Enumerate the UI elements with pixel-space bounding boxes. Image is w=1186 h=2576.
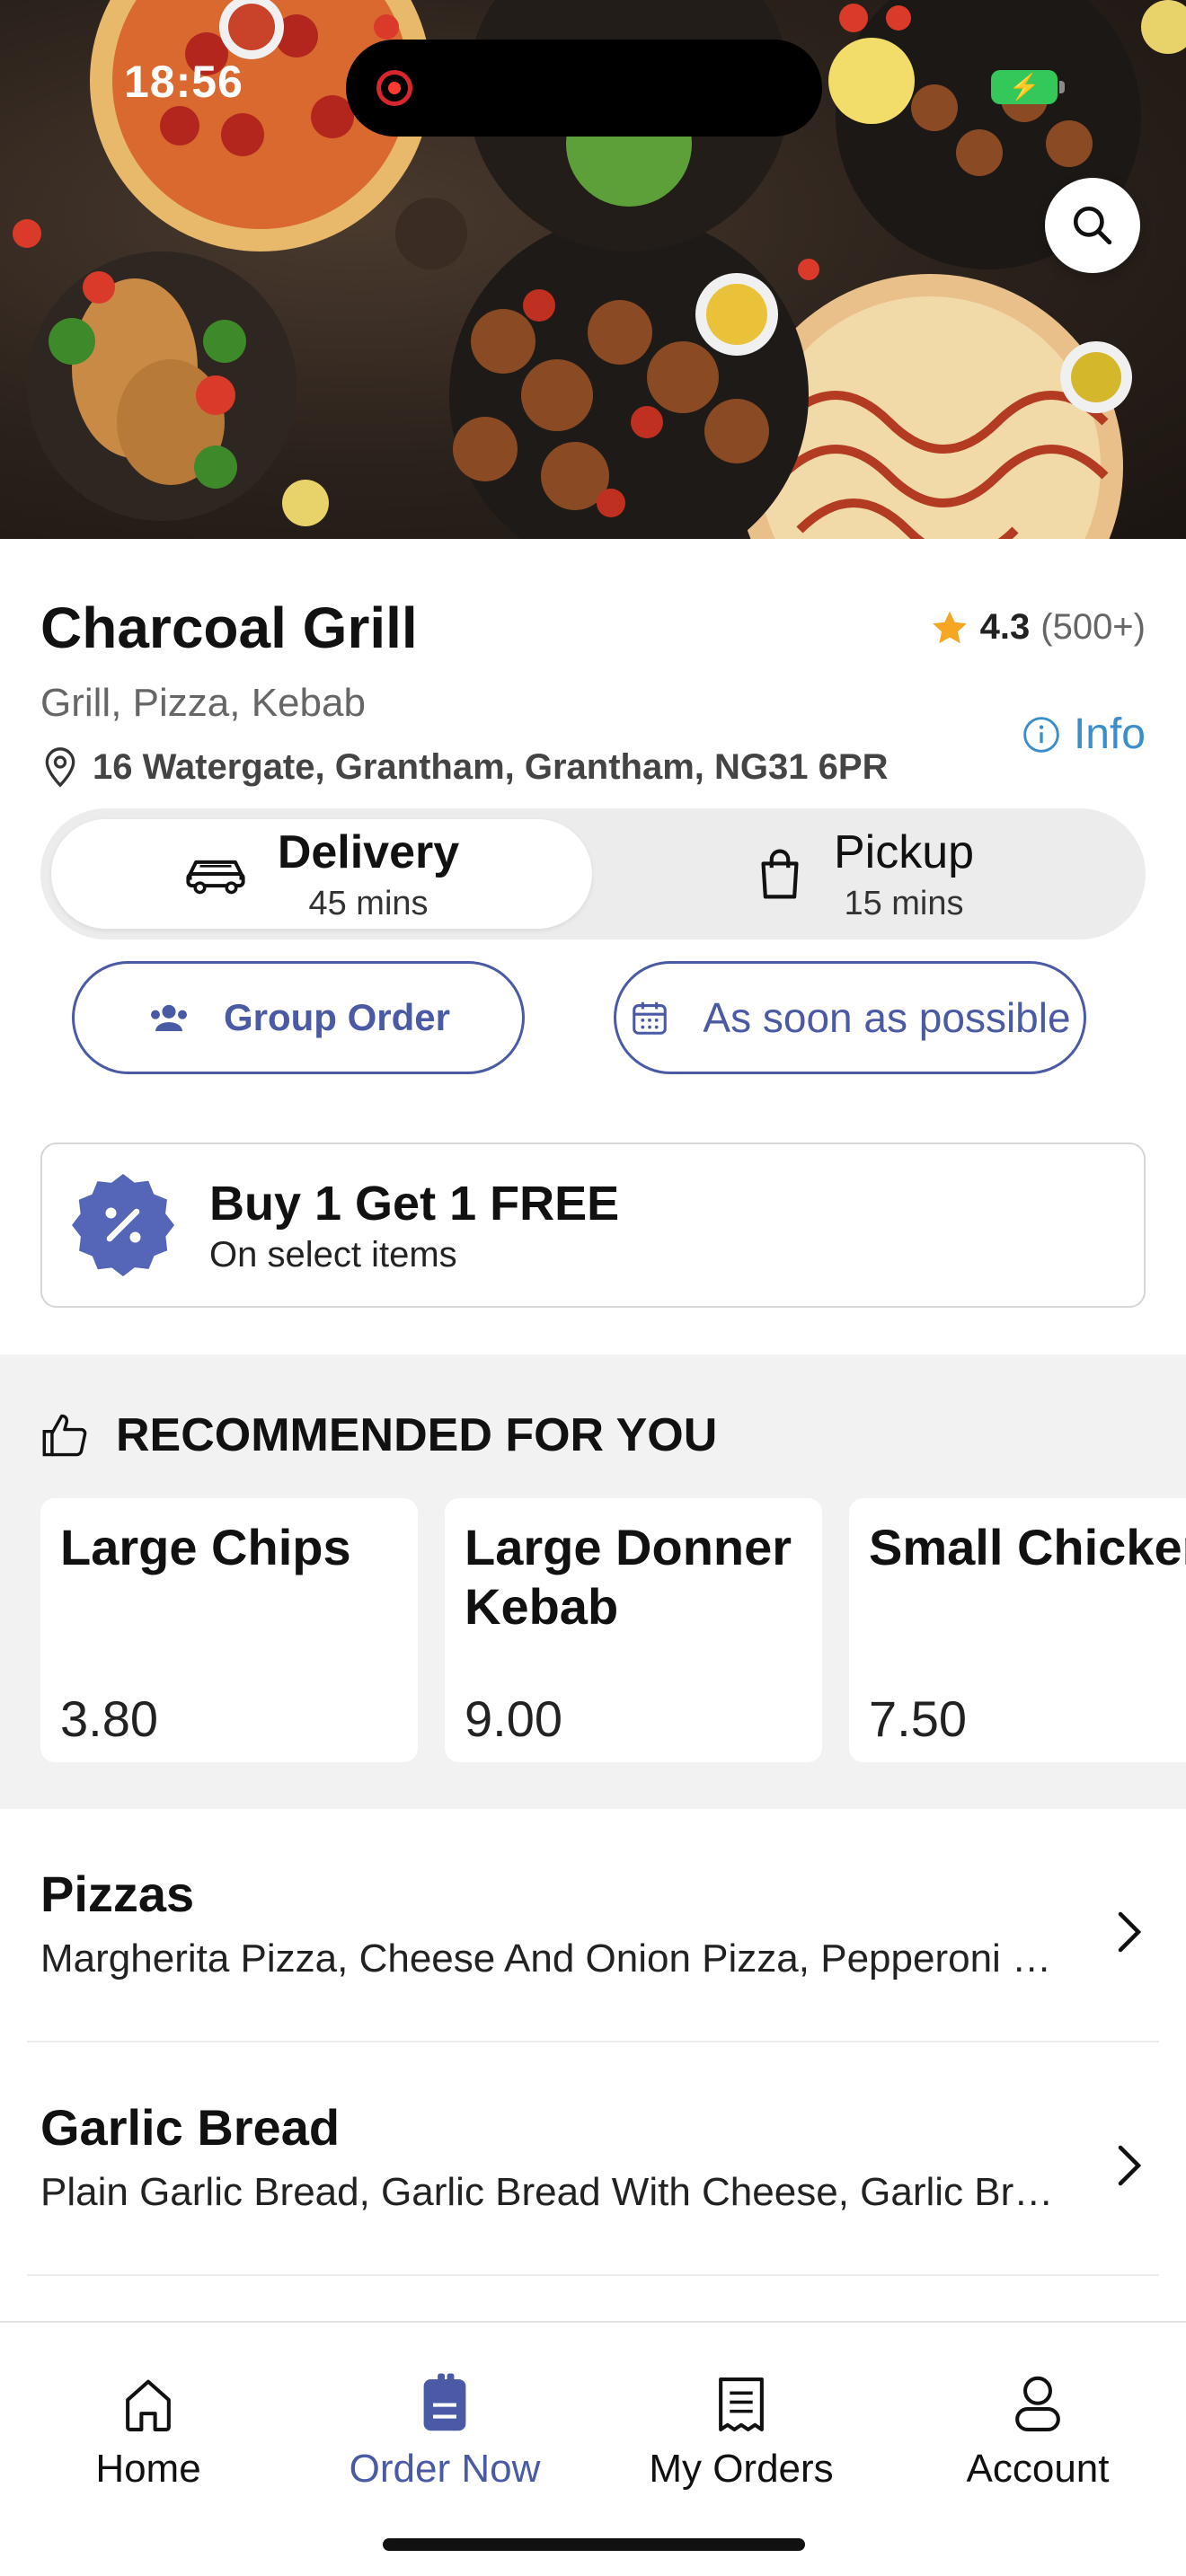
category-row[interactable]: Garlic Bread Plain Garlic Bread, Garlic … (0, 2098, 1186, 2332)
delivery-option[interactable]: Delivery 45 mins (51, 819, 592, 929)
recommended-item-name: Large Chips (60, 1519, 351, 1575)
promo-subtitle: On select items (209, 1234, 457, 1275)
chevron-right-icon (1118, 2145, 1142, 2186)
delivery-time: 45 mins (308, 884, 429, 922)
recommended-section: RECOMMENDED FOR YOU Large Chips 3.80 Lar… (0, 1354, 1186, 1809)
recommended-card[interactable]: Large Donner Kebab 9.00 (445, 1498, 822, 1762)
info-link[interactable]: Info (1022, 710, 1146, 759)
status-time: 18:56 (124, 57, 243, 107)
nav-my-orders[interactable]: My Orders (593, 2362, 890, 2492)
search-button[interactable] (1045, 178, 1140, 273)
category-title: Garlic Bread (40, 2099, 341, 2156)
star-icon (932, 611, 967, 643)
home-indicator (383, 2538, 805, 2551)
recommended-item-price: 3.80 (60, 1690, 158, 1747)
pickup-option[interactable]: Pickup 15 mins (596, 819, 1135, 929)
hero-banner: 18:56 ⚡ (0, 0, 1186, 539)
recommended-heading: RECOMMENDED FOR YOU (40, 1408, 717, 1462)
group-order-button[interactable]: Group Order (72, 961, 525, 1074)
nav-order-now-label: Order Now (349, 2447, 541, 2491)
group-order-label: Group Order (223, 996, 451, 1038)
schedule-button[interactable]: As soon as possible (614, 961, 1086, 1074)
group-users-icon (150, 1004, 187, 1031)
schedule-label: As soon as possible (703, 994, 1071, 1041)
recommended-heading-text: RECOMMENDED FOR YOU (116, 1409, 718, 1461)
nav-account-label: Account (966, 2447, 1110, 2491)
cuisine-list: Grill, Pizza, Kebab (40, 681, 366, 725)
home-icon (126, 2379, 171, 2431)
battery-charging-icon: ⚡ (991, 70, 1065, 104)
discount-badge-icon (72, 1174, 174, 1276)
category-items: Margherita Pizza, Cheese And Onion Pizza… (40, 1936, 1056, 1981)
info-label: Info (1073, 710, 1146, 758)
recommended-card[interactable]: Small Chicken Shish Kebab 7.50 (849, 1498, 1186, 1762)
order-note-icon (423, 2373, 466, 2431)
nav-order-now[interactable]: Order Now (296, 2362, 593, 2492)
divider (27, 2274, 1159, 2276)
nav-account[interactable]: Account (890, 2362, 1186, 2492)
delivery-label: Delivery (277, 825, 460, 878)
calendar-icon (633, 1001, 668, 1035)
promo-banner[interactable]: Buy 1 Get 1 FREE On select items (40, 1142, 1146, 1308)
search-icon (1073, 206, 1112, 245)
pickup-time: 15 mins (844, 884, 964, 922)
screen-recording-icon (376, 70, 412, 106)
recommended-item-price: 9.00 (465, 1690, 562, 1747)
shopping-bag-icon (761, 849, 799, 899)
address: 16 Watergate, Grantham, Grantham, NG31 6… (40, 745, 888, 789)
nav-home[interactable]: Home (0, 2362, 296, 2492)
rating-value: 4.3 (979, 607, 1031, 647)
recommended-item-name: Large Donner Kebab (465, 1519, 792, 1635)
nav-home-label: Home (95, 2447, 201, 2491)
recommended-item-name: Small Chicken Shish Kebab (869, 1519, 1186, 1575)
restaurant-name: Charcoal Grill (40, 595, 418, 660)
category-row[interactable]: Pizzas Margherita Pizza, Cheese And Onio… (0, 1865, 1186, 2098)
car-icon (186, 860, 245, 895)
divider (27, 2041, 1159, 2042)
promo-title: Buy 1 Get 1 FREE (209, 1176, 620, 1231)
user-icon (1015, 2376, 1060, 2431)
recommended-card[interactable]: Large Chips 3.80 (40, 1498, 418, 1762)
receipt-icon (719, 2378, 764, 2431)
chevron-right-icon (1118, 1911, 1142, 1953)
category-title: Pizzas (40, 1866, 195, 1922)
rating-count: (500+) (1040, 607, 1146, 647)
location-pin-icon (45, 747, 75, 788)
nav-my-orders-label: My Orders (649, 2447, 834, 2491)
thumbs-up-icon (42, 1414, 87, 1457)
address-text: 16 Watergate, Grantham, Grantham, NG31 6… (93, 746, 889, 787)
pickup-label: Pickup (833, 825, 975, 878)
info-icon (1023, 716, 1059, 753)
recommended-item-price: 7.50 (869, 1690, 967, 1747)
rating: 4.3 (500+) (930, 607, 1146, 648)
fulfilment-toggle: Delivery 45 mins Pickup 15 mins (40, 808, 1146, 940)
dynamic-island (346, 40, 822, 137)
category-items: Plain Garlic Bread, Garlic Bread With Ch… (40, 2170, 1056, 2214)
